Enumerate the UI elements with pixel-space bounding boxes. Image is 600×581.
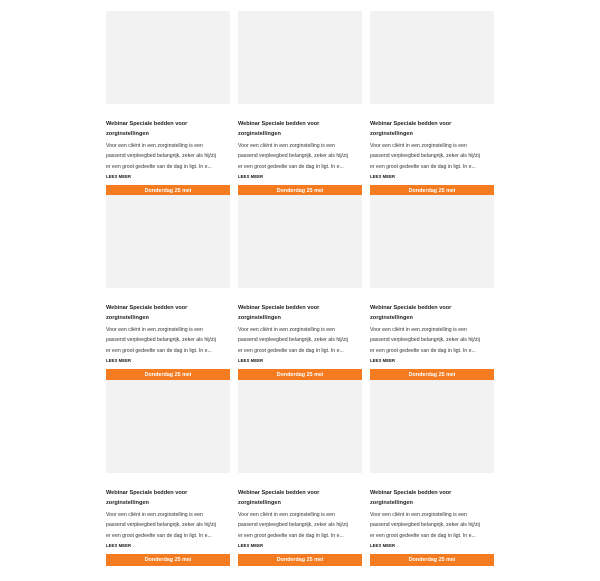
card-excerpt: Voor een cliënt in een zorginstelling is… bbox=[370, 141, 494, 173]
webinar-card: Webinar Speciale bedden voor zorginstell… bbox=[106, 11, 230, 197]
webinar-card-grid: Webinar Speciale bedden voor zorginstell… bbox=[0, 0, 600, 581]
card-excerpt-line: er een groot gedeelte van de dag in ligt… bbox=[106, 347, 212, 354]
webinar-card: Webinar Speciale bedden voor zorginstell… bbox=[106, 380, 230, 566]
card-excerpt: Voor een cliënt in een zorginstelling is… bbox=[238, 510, 362, 542]
card-thumbnail[interactable] bbox=[106, 11, 230, 104]
card-excerpt: Voor een cliënt in een zorginstelling is… bbox=[238, 141, 362, 173]
card-excerpt-line: passend verpleegbed belangrijk, zeker al… bbox=[238, 522, 348, 528]
card-excerpt-line: passend verpleegbed belangrijk, zeker al… bbox=[370, 337, 480, 343]
card-excerpt-line: passend verpleegbed belangrijk, zeker al… bbox=[370, 522, 480, 528]
card-excerpt: Voor een cliënt in een zorginstelling is… bbox=[106, 325, 230, 357]
card-title[interactable]: Webinar Speciale bedden voor zorginstell… bbox=[238, 304, 362, 323]
card-excerpt-line: Voor een cliënt in een zorginstelling is… bbox=[370, 142, 467, 149]
date-button[interactable]: Donderdag 25 mei bbox=[238, 554, 362, 566]
card-excerpt-line: passend verpleegbed belangrijk, zeker al… bbox=[106, 337, 216, 343]
card-excerpt: Voor een cliënt in een zorginstelling is… bbox=[106, 141, 230, 173]
read-more-link[interactable]: LEES MEER bbox=[106, 358, 131, 364]
card-excerpt-line: Voor een cliënt in een zorginstelling is… bbox=[238, 142, 335, 149]
date-button[interactable]: Donderdag 25 mei bbox=[106, 554, 230, 566]
card-thumbnail[interactable] bbox=[370, 380, 494, 473]
card-excerpt-line: passend verpleegbed belangrijk, zeker al… bbox=[238, 337, 348, 343]
card-title[interactable]: Webinar Speciale bedden voor zorginstell… bbox=[370, 304, 494, 323]
card-excerpt: Voor een cliënt in een zorginstelling is… bbox=[370, 510, 494, 542]
card-thumbnail[interactable] bbox=[370, 195, 494, 288]
card-excerpt-line: Voor een cliënt in een zorginstelling is… bbox=[106, 511, 203, 518]
read-more-link[interactable]: LEES MEER bbox=[370, 174, 395, 180]
card-title[interactable]: Webinar Speciale bedden voor zorginstell… bbox=[106, 304, 230, 323]
card-title[interactable]: Webinar Speciale bedden voor zorginstell… bbox=[238, 489, 362, 508]
card-title[interactable]: Webinar Speciale bedden voor zorginstell… bbox=[238, 120, 362, 139]
card-excerpt-line: Voor een cliënt in een zorginstelling is… bbox=[238, 511, 335, 518]
card-excerpt-line: Voor een cliënt in een zorginstelling is… bbox=[238, 326, 335, 333]
read-more-link[interactable]: LEES MEER bbox=[106, 174, 131, 180]
card-thumbnail[interactable] bbox=[238, 11, 362, 104]
card-excerpt-line: passend verpleegbed belangrijk, zeker al… bbox=[106, 153, 216, 159]
webinar-card: Webinar Speciale bedden voor zorginstell… bbox=[238, 11, 362, 197]
card-thumbnail[interactable] bbox=[238, 380, 362, 473]
webinar-card: Webinar Speciale bedden voor zorginstell… bbox=[370, 11, 494, 197]
webinar-card: Webinar Speciale bedden voor zorginstell… bbox=[370, 380, 494, 566]
card-title[interactable]: Webinar Speciale bedden voor zorginstell… bbox=[370, 120, 494, 139]
webinar-card: Webinar Speciale bedden voor zorginstell… bbox=[238, 380, 362, 566]
date-button[interactable]: Donderdag 25 mei bbox=[370, 554, 494, 566]
card-excerpt-line: passend verpleegbed belangrijk, zeker al… bbox=[238, 153, 348, 159]
card-excerpt-line: Voor een cliënt in een zorginstelling is… bbox=[370, 511, 467, 518]
read-more-link[interactable]: LEES MEER bbox=[238, 543, 263, 549]
read-more-link[interactable]: LEES MEER bbox=[238, 358, 263, 364]
webinar-card: Webinar Speciale bedden voor zorginstell… bbox=[370, 195, 494, 381]
card-thumbnail[interactable] bbox=[106, 195, 230, 288]
card-title[interactable]: Webinar Speciale bedden voor zorginstell… bbox=[106, 489, 230, 508]
card-excerpt-line: er een groot gedeelte van de dag in ligt… bbox=[106, 163, 212, 170]
read-more-link[interactable]: LEES MEER bbox=[106, 543, 131, 549]
webinar-card: Webinar Speciale bedden voor zorginstell… bbox=[106, 195, 230, 381]
card-excerpt-line: er een groot gedeelte van de dag in ligt… bbox=[238, 163, 344, 170]
card-excerpt-line: Voor een cliënt in een zorginstelling is… bbox=[106, 326, 203, 333]
card-thumbnail[interactable] bbox=[106, 380, 230, 473]
read-more-link[interactable]: LEES MEER bbox=[370, 543, 395, 549]
read-more-link[interactable]: LEES MEER bbox=[370, 358, 395, 364]
card-excerpt-line: er een groot gedeelte van de dag in ligt… bbox=[238, 347, 344, 354]
card-excerpt: Voor een cliënt in een zorginstelling is… bbox=[370, 325, 494, 357]
card-thumbnail[interactable] bbox=[370, 11, 494, 104]
card-excerpt-line: Voor een cliënt in een zorginstelling is… bbox=[106, 142, 203, 149]
card-title[interactable]: Webinar Speciale bedden voor zorginstell… bbox=[106, 120, 230, 139]
card-title[interactable]: Webinar Speciale bedden voor zorginstell… bbox=[370, 489, 494, 508]
card-thumbnail[interactable] bbox=[238, 195, 362, 288]
card-excerpt: Voor een cliënt in een zorginstelling is… bbox=[106, 510, 230, 542]
card-excerpt-line: passend verpleegbed belangrijk, zeker al… bbox=[370, 153, 480, 159]
webinar-card: Webinar Speciale bedden voor zorginstell… bbox=[238, 195, 362, 381]
card-excerpt-line: er een groot gedeelte van de dag in ligt… bbox=[106, 532, 212, 539]
read-more-link[interactable]: LEES MEER bbox=[238, 174, 263, 180]
card-excerpt-line: er een groot gedeelte van de dag in ligt… bbox=[370, 347, 476, 354]
card-excerpt-line: Voor een cliënt in een zorginstelling is… bbox=[370, 326, 467, 333]
card-excerpt-line: er een groot gedeelte van de dag in ligt… bbox=[370, 163, 476, 170]
card-excerpt-line: passend verpleegbed belangrijk, zeker al… bbox=[106, 522, 216, 528]
card-excerpt: Voor een cliënt in een zorginstelling is… bbox=[238, 325, 362, 357]
card-excerpt-line: er een groot gedeelte van de dag in ligt… bbox=[238, 532, 344, 539]
card-excerpt-line: er een groot gedeelte van de dag in ligt… bbox=[370, 532, 476, 539]
